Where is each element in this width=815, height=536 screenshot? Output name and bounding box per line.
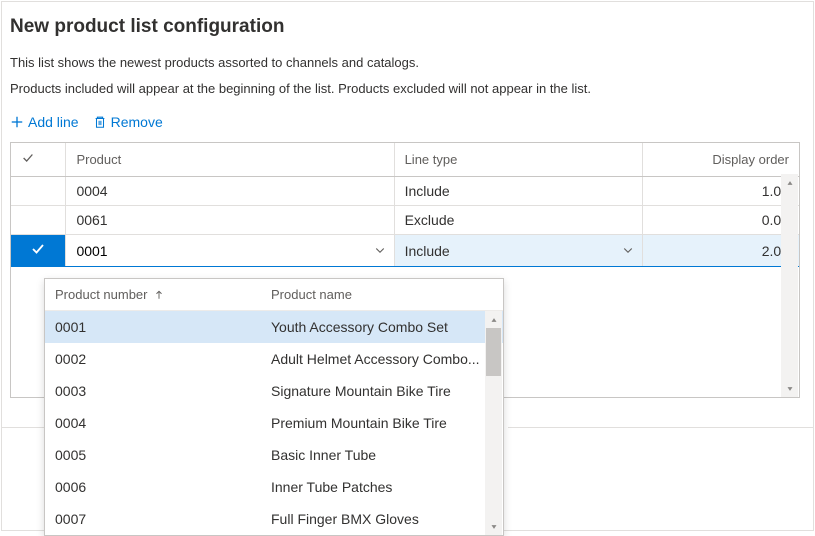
dropdown-item[interactable]: 0005Basic Inner Tube [45, 439, 503, 471]
dropdown-item-name: Basic Inner Tube [271, 447, 493, 463]
product-table: Product Line type Display order 0004 Inc… [11, 143, 799, 267]
scrollbar-down-button[interactable] [781, 380, 798, 397]
table-scrollbar[interactable] [781, 174, 798, 397]
dropdown-item[interactable]: 0007Full Finger BMX Gloves [45, 503, 503, 535]
dropdown-item-number: 0005 [55, 447, 271, 463]
remove-label: Remove [111, 114, 163, 130]
dropdown-item-number: 0006 [55, 479, 271, 495]
page-title: New product list configuration [10, 16, 799, 38]
displayorder-cell[interactable]: 0.00 [642, 206, 799, 235]
dropdown-body: 0001Youth Accessory Combo Set0002Adult H… [45, 311, 503, 535]
scrollbar-up-button[interactable] [485, 311, 502, 328]
scrollbar-down-button[interactable] [485, 518, 502, 535]
configuration-panel: New product list configuration This list… [1, 1, 814, 531]
dropdown-item-number: 0007 [55, 511, 271, 527]
dropdown-item-name: Adult Helmet Accessory Combo... [271, 351, 493, 367]
scrollbar-up-button[interactable] [781, 174, 798, 191]
dropdown-item-name: Premium Mountain Bike Tire [271, 415, 493, 431]
dropdown-item-number: 0003 [55, 383, 271, 399]
dropdown-item[interactable]: 0001Youth Accessory Combo Set [45, 311, 503, 343]
product-input-cell[interactable] [66, 235, 394, 267]
dropdown-item-number: 0001 [55, 319, 271, 335]
dropdown-item-name: Inner Tube Patches [271, 479, 493, 495]
product-cell[interactable]: 0061 [66, 206, 394, 235]
dropdown-item-number: 0002 [55, 351, 271, 367]
product-cell[interactable]: 0004 [66, 177, 394, 206]
dropdown-item-name: Youth Accessory Combo Set [271, 319, 493, 335]
dropdown-scrollbar[interactable] [485, 311, 502, 535]
row-checkbox-cell-active[interactable] [11, 235, 66, 267]
row-checkbox-cell[interactable] [11, 206, 66, 235]
column-header-product[interactable]: Product [66, 143, 394, 177]
description-line-2: Products included will appear at the beg… [10, 80, 799, 98]
dropdown-header: Product number Product name [45, 279, 503, 311]
add-line-label: Add line [28, 114, 79, 130]
dropdown-item[interactable]: 0003Signature Mountain Bike Tire [45, 375, 503, 407]
product-lookup-dropdown: Product number Product name 0001Youth Ac… [44, 278, 504, 536]
linetype-select-cell[interactable]: Include [394, 235, 642, 267]
add-line-button[interactable]: Add line [10, 114, 79, 130]
scrollbar-thumb[interactable] [486, 328, 501, 376]
divider [2, 427, 50, 428]
remove-button[interactable]: Remove [93, 114, 163, 130]
table-row-active[interactable]: Include 2.00 [11, 235, 799, 267]
dropdown-header-name[interactable]: Product name [271, 287, 493, 302]
table-row[interactable]: 0004 Include 1.00 [11, 177, 799, 206]
table-row[interactable]: 0061 Exclude 0.00 [11, 206, 799, 235]
column-header-displayorder[interactable]: Display order [642, 143, 799, 177]
product-input[interactable] [66, 237, 393, 265]
dropdown-header-number-label: Product number [55, 287, 148, 302]
displayorder-cell[interactable]: 2.00 [642, 235, 799, 267]
chevron-down-icon[interactable] [622, 243, 634, 259]
trash-icon [93, 115, 107, 129]
dropdown-item[interactable]: 0006Inner Tube Patches [45, 471, 503, 503]
row-checkbox-cell[interactable] [11, 177, 66, 206]
checkmark-icon [21, 151, 35, 165]
dropdown-item-name: Full Finger BMX Gloves [271, 511, 493, 527]
description-line-1: This list shows the newest products asso… [10, 54, 799, 72]
dropdown-item[interactable]: 0004Premium Mountain Bike Tire [45, 407, 503, 439]
linetype-cell[interactable]: Include [394, 177, 642, 206]
dropdown-header-number[interactable]: Product number [55, 287, 271, 302]
sort-ascending-icon [154, 290, 164, 300]
dropdown-item-name: Signature Mountain Bike Tire [271, 383, 493, 399]
linetype-value: Include [405, 243, 450, 259]
displayorder-cell[interactable]: 1.00 [642, 177, 799, 206]
column-header-check[interactable] [11, 143, 66, 177]
checkmark-icon [30, 241, 46, 257]
dropdown-item[interactable]: 0002Adult Helmet Accessory Combo... [45, 343, 503, 375]
divider [508, 427, 813, 428]
table-header-row: Product Line type Display order [11, 143, 799, 177]
dropdown-item-number: 0004 [55, 415, 271, 431]
plus-icon [10, 115, 24, 129]
toolbar: Add line Remove [10, 114, 799, 130]
column-header-linetype[interactable]: Line type [394, 143, 642, 177]
linetype-cell[interactable]: Exclude [394, 206, 642, 235]
